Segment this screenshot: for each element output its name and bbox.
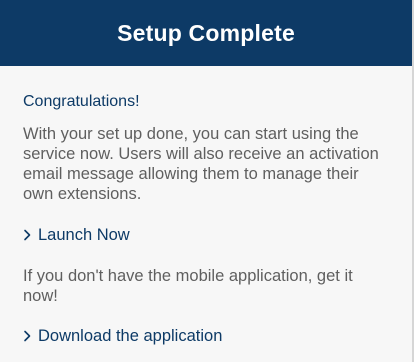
download-application-link[interactable]: Download the application: [23, 326, 222, 346]
header-bar: Setup Complete: [0, 0, 412, 66]
launch-now-label: Launch Now: [38, 226, 130, 244]
congratulations-heading: Congratulations!: [23, 93, 140, 110]
intro-text: With your set up done, you can start usi…: [23, 125, 379, 203]
launch-now-link[interactable]: Launch Now: [23, 225, 130, 245]
download-application-label: Download the application: [38, 327, 223, 345]
mobile-app-text: If you don't have the mobile application…: [23, 267, 353, 305]
chevron-right-icon: [23, 330, 32, 342]
setup-complete-panel: Setup Complete Congratulations! With you…: [0, 0, 414, 362]
chevron-right-icon: [23, 229, 32, 241]
page-title: Setup Complete: [117, 19, 295, 46]
content-area: Congratulations! With your set up done, …: [0, 66, 412, 346]
